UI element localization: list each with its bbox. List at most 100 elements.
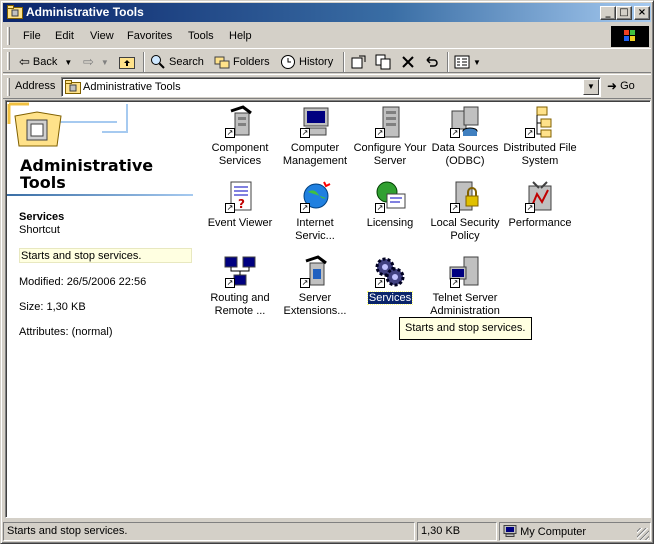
data-sources-icon: ↗ <box>448 105 482 139</box>
folder-banner-icon <box>7 102 128 147</box>
selected-item-name: Services <box>19 211 65 223</box>
history-icon <box>281 55 295 69</box>
back-dropdown-icon[interactable]: ▼ <box>64 58 72 67</box>
search-icon <box>151 55 165 69</box>
address-dropdown-button[interactable]: ▼ <box>583 79 599 95</box>
shortcut-arrow-icon: ↗ <box>225 278 235 288</box>
folder-tools-icon <box>65 80 81 94</box>
title-bar[interactable]: Administrative Tools _ □ × <box>3 3 651 22</box>
folders-button[interactable]: Folders <box>214 53 270 71</box>
maximize-button[interactable]: □ <box>616 6 632 20</box>
window-title: Administrative Tools <box>26 5 144 19</box>
menu-view[interactable]: View <box>90 30 114 42</box>
up-folder-button[interactable] <box>119 53 135 71</box>
selected-item-size: Size: 1,30 KB <box>19 301 86 313</box>
shortcut-arrow-icon: ↗ <box>375 278 385 288</box>
delete-icon <box>402 56 414 68</box>
minimize-button[interactable]: _ <box>600 6 616 20</box>
shortcut-arrow-icon: ↗ <box>525 128 535 138</box>
menu-favorites[interactable]: Favorites <box>127 30 172 42</box>
shortcut-arrow-icon: ↗ <box>450 278 460 288</box>
address-bar: Address Administrative Tools ▼ ➜ Go <box>3 74 651 99</box>
configure-server-icon: ↗ <box>373 105 407 139</box>
move-to-icon <box>351 55 366 69</box>
shortcut-arrow-icon: ↗ <box>450 128 460 138</box>
event-viewer-icon: ? ↗ <box>223 180 257 214</box>
item-server-extensions[interactable]: ↗ Server Extensions... <box>275 255 355 318</box>
shortcut-arrow-icon: ↗ <box>450 203 460 213</box>
views-button[interactable]: ▼ <box>454 53 481 71</box>
selected-item-attributes: Attributes: (normal) <box>19 326 113 338</box>
status-bar: Starts and stop services. 1,30 KB My Com… <box>3 521 651 542</box>
windows-logo-icon <box>611 26 649 47</box>
views-icon <box>454 55 470 69</box>
menu-grip[interactable] <box>7 27 10 45</box>
folders-icon <box>214 56 230 69</box>
my-computer-icon <box>503 525 517 537</box>
status-zone: My Computer <box>499 522 651 541</box>
item-performance[interactable]: ↗ Performance <box>500 180 580 230</box>
server-extensions-icon: ↗ <box>298 255 332 289</box>
forward-button[interactable]: ⇨ ▼ <box>83 53 109 71</box>
item-component-services[interactable]: ↗ Component Services <box>200 105 280 168</box>
menu-edit[interactable]: Edit <box>55 30 74 42</box>
shortcut-arrow-icon: ↗ <box>225 128 235 138</box>
close-button[interactable]: × <box>634 6 650 20</box>
menu-bar: File Edit View Favorites Tools Help <box>3 25 651 47</box>
forward-dropdown-icon[interactable]: ▼ <box>101 58 109 67</box>
go-button[interactable]: ➜ Go <box>607 79 635 93</box>
move-to-button[interactable] <box>351 53 367 71</box>
item-internet-services[interactable]: ↗ Internet Servic... <box>275 180 355 243</box>
item-event-viewer[interactable]: ? ↗ Event Viewer <box>200 180 280 230</box>
status-size: 1,30 KB <box>417 522 497 541</box>
web-view-panel: Administrative Tools Services Shortcut S… <box>7 102 197 516</box>
menu-help[interactable]: Help <box>229 30 252 42</box>
shortcut-arrow-icon: ↗ <box>300 128 310 138</box>
copy-to-button[interactable] <box>375 53 391 71</box>
security-policy-icon: ↗ <box>448 180 482 214</box>
item-data-sources[interactable]: ↗ Data Sources (ODBC) <box>425 105 505 168</box>
shortcut-arrow-icon: ↗ <box>375 128 385 138</box>
item-telnet-server-administration[interactable]: ↗ Telnet Server Administration <box>425 255 505 318</box>
address-grip[interactable] <box>7 78 10 96</box>
shortcut-arrow-icon: ↗ <box>375 203 385 213</box>
services-icon: ↗ <box>373 255 407 289</box>
delete-button[interactable] <box>400 53 416 71</box>
history-button[interactable]: History <box>280 53 333 71</box>
resize-grip[interactable] <box>637 528 649 540</box>
title-divider <box>7 194 193 196</box>
item-routing-remote-access[interactable]: ↗ Routing and Remote ... <box>200 255 280 318</box>
menu-tools[interactable]: Tools <box>188 30 214 42</box>
dfs-icon: ↗ <box>523 105 557 139</box>
shortcut-arrow-icon: ↗ <box>225 203 235 213</box>
back-arrow-icon: ⇦ <box>19 54 30 69</box>
item-local-security-policy[interactable]: ↗ Local Security Policy <box>425 180 505 243</box>
component-services-icon: ↗ <box>223 105 257 139</box>
routing-icon: ↗ <box>223 255 257 289</box>
menu-file[interactable]: File <box>23 30 41 42</box>
services-label: Services <box>366 291 414 305</box>
item-computer-management[interactable]: ↗ Computer Management <box>275 105 355 168</box>
back-button[interactable]: ⇦ Back ▼ <box>19 53 72 71</box>
iis-icon: ↗ <box>298 180 332 214</box>
copy-to-icon <box>375 54 391 70</box>
address-input[interactable]: Administrative Tools ▼ <box>61 77 601 97</box>
views-dropdown-icon[interactable]: ▼ <box>473 58 481 67</box>
selected-item-type: Shortcut <box>19 224 60 236</box>
address-value: Administrative Tools <box>83 81 181 93</box>
shortcut-arrow-icon: ↗ <box>300 203 310 213</box>
undo-icon <box>426 56 438 67</box>
address-label: Address <box>15 80 56 92</box>
folder-view: Administrative Tools Services Shortcut S… <box>5 100 651 518</box>
undo-button[interactable] <box>423 53 439 71</box>
shortcut-arrow-icon: ↗ <box>525 203 535 213</box>
telnet-icon: ↗ <box>448 255 482 289</box>
search-button[interactable]: Search <box>150 53 204 71</box>
toolbar-grip[interactable] <box>7 52 10 70</box>
item-configure-your-server[interactable]: ↗ Configure Your Server <box>350 105 430 168</box>
selected-item-modified: Modified: 26/5/2006 22:56 <box>19 276 147 288</box>
item-services[interactable]: ↗ Services <box>350 255 430 305</box>
item-distributed-file-system[interactable]: ↗ Distributed File System <box>500 105 580 168</box>
folder-title: Administrative Tools <box>20 156 154 192</box>
item-licensing[interactable]: ↗ Licensing <box>350 180 430 230</box>
